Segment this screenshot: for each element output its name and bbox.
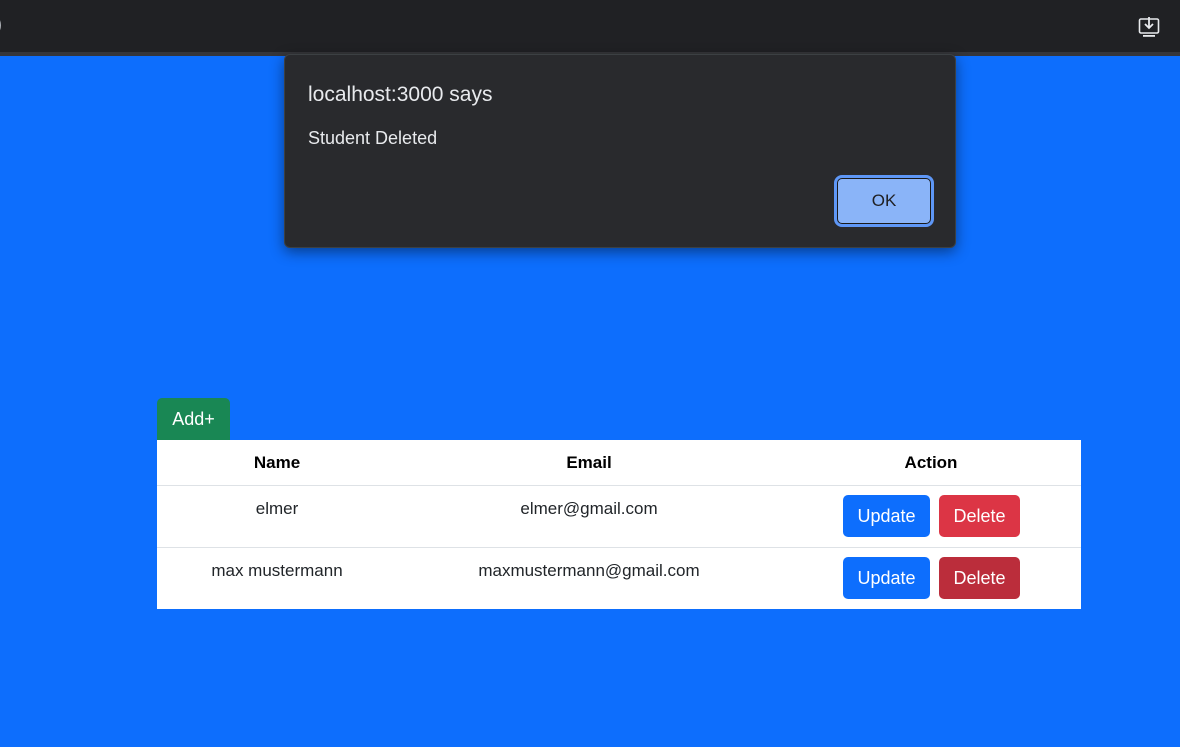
column-header-email: Email [566,453,612,472]
download-icon[interactable] [1138,16,1160,38]
update-button[interactable]: Update [843,557,930,599]
update-button[interactable]: Update [843,495,930,537]
alert-message: Student Deleted [308,128,438,148]
ok-button[interactable]: OK [834,175,934,227]
student-email-cell: elmer@gmail.com [520,499,658,518]
student-name-cell: max mustermann [211,561,343,580]
table-row: elmer elmer@gmail.com Update Delete [157,486,1081,548]
column-header-action: Action [904,453,958,472]
students-table: Name Email Action elmer elmer@gmail.com … [157,440,1081,609]
delete-button[interactable]: Delete [939,495,1020,537]
toolbar-edge-text: ) [0,14,2,35]
add-student-button[interactable]: Add+ [157,398,230,440]
alert-title: localhost:3000 says [308,83,493,106]
table-header-row: Name Email Action [157,440,1081,486]
alert-dialog: localhost:3000 says Student Deleted OK [284,54,956,248]
student-email-cell: maxmustermann@gmail.com [478,561,700,580]
delete-button[interactable]: Delete [939,557,1020,599]
browser-toolbar: ) [0,0,1180,56]
column-header-name: Name [253,453,301,472]
student-name-cell: elmer [255,499,299,518]
table-row: max mustermann maxmustermann@gmail.com U… [157,548,1081,610]
